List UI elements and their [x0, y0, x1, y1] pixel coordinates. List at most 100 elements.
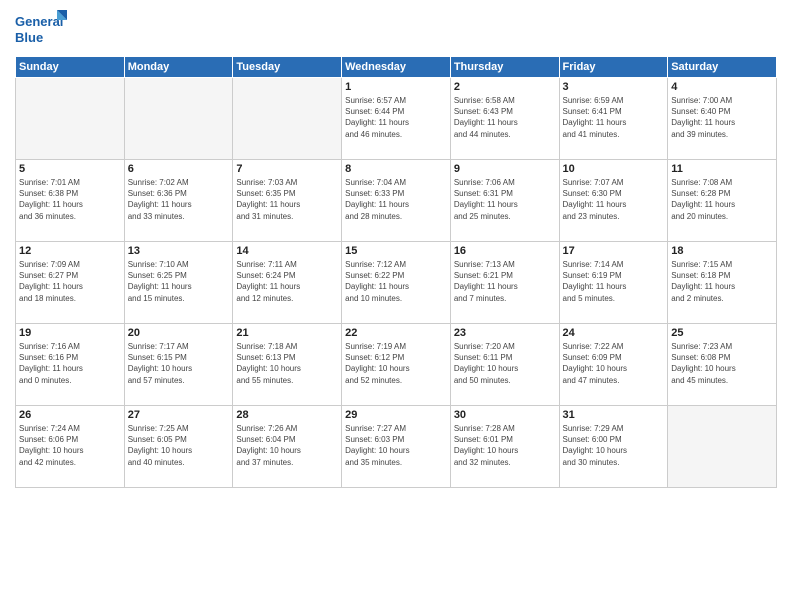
calendar-container: GeneralBlue SundayMondayTuesdayWednesday… [0, 0, 792, 612]
weekday-header-tuesday: Tuesday [233, 57, 342, 78]
day-info: Sunrise: 7:26 AM Sunset: 6:04 PM Dayligh… [236, 423, 338, 468]
day-info: Sunrise: 7:00 AM Sunset: 6:40 PM Dayligh… [671, 95, 773, 140]
day-info: Sunrise: 7:11 AM Sunset: 6:24 PM Dayligh… [236, 259, 338, 304]
weekday-header-friday: Friday [559, 57, 668, 78]
day-info: Sunrise: 7:25 AM Sunset: 6:05 PM Dayligh… [128, 423, 230, 468]
day-number: 9 [454, 163, 556, 175]
day-cell: 2 Sunrise: 6:58 AM Sunset: 6:43 PM Daylig… [450, 78, 559, 160]
day-number: 2 [454, 81, 556, 93]
day-number: 28 [236, 409, 338, 421]
day-cell: 17Sunrise: 7:14 AM Sunset: 6:19 PM Dayli… [559, 242, 668, 324]
day-info: Sunrise: 7:07 AM Sunset: 6:30 PM Dayligh… [563, 177, 665, 222]
day-cell: 19Sunrise: 7:16 AM Sunset: 6:16 PM Dayli… [16, 324, 125, 406]
day-info: Sunrise: 7:12 AM Sunset: 6:22 PM Dayligh… [345, 259, 447, 304]
day-cell: 22 Sunrise: 7:19 AM Sunset: 6:12 PM Dayli… [342, 324, 451, 406]
svg-text:Blue: Blue [15, 30, 43, 45]
day-number: 29 [345, 409, 447, 421]
day-number: 3 [563, 81, 665, 93]
day-number: 20 [128, 327, 230, 339]
day-info: Sunrise: 7:29 AM Sunset: 6:00 PM Dayligh… [563, 423, 665, 468]
day-info: Sunrise: 6:58 AM Sunset: 6:43 PM Dayligh… [454, 95, 556, 140]
day-cell: 16Sunrise: 7:13 AM Sunset: 6:21 PM Dayli… [450, 242, 559, 324]
day-number: 15 [345, 245, 447, 257]
day-cell: 20 Sunrise: 7:17 AM Sunset: 6:15 PM Dayli… [124, 324, 233, 406]
day-info: Sunrise: 7:27 AM Sunset: 6:03 PM Dayligh… [345, 423, 447, 468]
day-info: Sunrise: 7:03 AM Sunset: 6:35 PM Dayligh… [236, 177, 338, 222]
day-number: 5 [19, 163, 121, 175]
day-info: Sunrise: 7:18 AM Sunset: 6:13 PM Dayligh… [236, 341, 338, 386]
day-info: Sunrise: 7:16 AM Sunset: 6:16 PM Dayligh… [19, 341, 121, 386]
day-cell: 13Sunrise: 7:10 AM Sunset: 6:25 PM Dayli… [124, 242, 233, 324]
weekday-header-thursday: Thursday [450, 57, 559, 78]
day-info: Sunrise: 7:09 AM Sunset: 6:27 PM Dayligh… [19, 259, 121, 304]
logo-svg: GeneralBlue [15, 10, 70, 50]
day-info: Sunrise: 7:10 AM Sunset: 6:25 PM Dayligh… [128, 259, 230, 304]
day-number: 25 [671, 327, 773, 339]
day-cell: 7 Sunrise: 7:03 AM Sunset: 6:35 PM Daylig… [233, 160, 342, 242]
day-cell [233, 78, 342, 160]
week-row-4: 19Sunrise: 7:16 AM Sunset: 6:16 PM Dayli… [16, 324, 777, 406]
day-info: Sunrise: 7:15 AM Sunset: 6:18 PM Dayligh… [671, 259, 773, 304]
weekday-header-sunday: Sunday [16, 57, 125, 78]
day-cell: 14 Sunrise: 7:11 AM Sunset: 6:24 PM Dayli… [233, 242, 342, 324]
day-cell: 6 Sunrise: 7:02 AM Sunset: 6:36 PM Daylig… [124, 160, 233, 242]
day-info: Sunrise: 7:19 AM Sunset: 6:12 PM Dayligh… [345, 341, 447, 386]
day-cell: 21 Sunrise: 7:18 AM Sunset: 6:13 PM Dayli… [233, 324, 342, 406]
day-cell: 10Sunrise: 7:07 AM Sunset: 6:30 PM Dayli… [559, 160, 668, 242]
week-row-5: 26Sunrise: 7:24 AM Sunset: 6:06 PM Dayli… [16, 406, 777, 488]
day-number: 1 [345, 81, 447, 93]
day-info: Sunrise: 7:08 AM Sunset: 6:28 PM Dayligh… [671, 177, 773, 222]
day-number: 11 [671, 163, 773, 175]
day-cell [16, 78, 125, 160]
day-cell: 24 Sunrise: 7:22 AM Sunset: 6:09 PM Dayli… [559, 324, 668, 406]
day-cell [124, 78, 233, 160]
day-cell: 23Sunrise: 7:20 AM Sunset: 6:11 PM Dayli… [450, 324, 559, 406]
day-info: Sunrise: 7:23 AM Sunset: 6:08 PM Dayligh… [671, 341, 773, 386]
day-info: Sunrise: 6:57 AM Sunset: 6:44 PM Dayligh… [345, 95, 447, 140]
day-number: 4 [671, 81, 773, 93]
day-cell: 11 Sunrise: 7:08 AM Sunset: 6:28 PM Dayli… [668, 160, 777, 242]
day-number: 18 [671, 245, 773, 257]
day-cell: 8 Sunrise: 7:04 AM Sunset: 6:33 PM Daylig… [342, 160, 451, 242]
day-cell: 26Sunrise: 7:24 AM Sunset: 6:06 PM Dayli… [16, 406, 125, 488]
svg-text:General: General [15, 14, 63, 29]
day-number: 21 [236, 327, 338, 339]
day-cell: 25 Sunrise: 7:23 AM Sunset: 6:08 PM Dayli… [668, 324, 777, 406]
day-cell: 3 Sunrise: 6:59 AM Sunset: 6:41 PM Daylig… [559, 78, 668, 160]
day-number: 30 [454, 409, 556, 421]
day-number: 6 [128, 163, 230, 175]
day-info: Sunrise: 7:28 AM Sunset: 6:01 PM Dayligh… [454, 423, 556, 468]
week-row-3: 12 Sunrise: 7:09 AM Sunset: 6:27 PM Dayli… [16, 242, 777, 324]
weekday-header-saturday: Saturday [668, 57, 777, 78]
day-info: Sunrise: 7:02 AM Sunset: 6:36 PM Dayligh… [128, 177, 230, 222]
day-info: Sunrise: 7:04 AM Sunset: 6:33 PM Dayligh… [345, 177, 447, 222]
day-cell: 18 Sunrise: 7:15 AM Sunset: 6:18 PM Dayli… [668, 242, 777, 324]
day-cell: 9Sunrise: 7:06 AM Sunset: 6:31 PM Daylig… [450, 160, 559, 242]
day-number: 14 [236, 245, 338, 257]
day-cell: 30 Sunrise: 7:28 AM Sunset: 6:01 PM Dayli… [450, 406, 559, 488]
day-cell: 27Sunrise: 7:25 AM Sunset: 6:05 PM Dayli… [124, 406, 233, 488]
day-number: 22 [345, 327, 447, 339]
day-cell [668, 406, 777, 488]
week-row-2: 5 Sunrise: 7:01 AM Sunset: 6:38 PM Daylig… [16, 160, 777, 242]
day-number: 12 [19, 245, 121, 257]
day-info: Sunrise: 7:01 AM Sunset: 6:38 PM Dayligh… [19, 177, 121, 222]
weekday-header-wednesday: Wednesday [342, 57, 451, 78]
header: GeneralBlue [15, 10, 777, 50]
day-info: Sunrise: 7:22 AM Sunset: 6:09 PM Dayligh… [563, 341, 665, 386]
day-number: 16 [454, 245, 556, 257]
day-number: 7 [236, 163, 338, 175]
weekday-header-row: SundayMondayTuesdayWednesdayThursdayFrid… [16, 57, 777, 78]
day-info: Sunrise: 6:59 AM Sunset: 6:41 PM Dayligh… [563, 95, 665, 140]
day-number: 17 [563, 245, 665, 257]
day-cell: 15 Sunrise: 7:12 AM Sunset: 6:22 PM Dayli… [342, 242, 451, 324]
day-number: 23 [454, 327, 556, 339]
day-cell: 29 Sunrise: 7:27 AM Sunset: 6:03 PM Dayli… [342, 406, 451, 488]
day-cell: 28 Sunrise: 7:26 AM Sunset: 6:04 PM Dayli… [233, 406, 342, 488]
day-cell: 5 Sunrise: 7:01 AM Sunset: 6:38 PM Daylig… [16, 160, 125, 242]
day-number: 8 [345, 163, 447, 175]
day-cell: 4 Sunrise: 7:00 AM Sunset: 6:40 PM Daylig… [668, 78, 777, 160]
day-info: Sunrise: 7:17 AM Sunset: 6:15 PM Dayligh… [128, 341, 230, 386]
day-number: 24 [563, 327, 665, 339]
week-row-1: 1 Sunrise: 6:57 AM Sunset: 6:44 PM Daylig… [16, 78, 777, 160]
